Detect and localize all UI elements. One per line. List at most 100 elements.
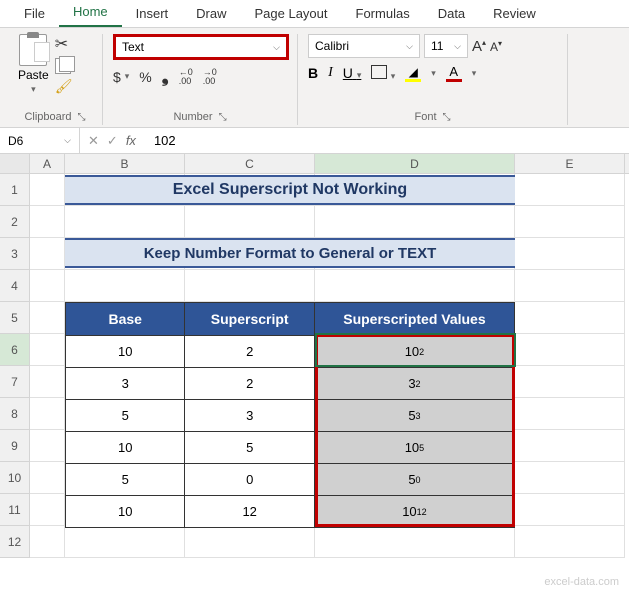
number-group: Text ⌵ $ ▾ % ❟ ←0.00 →0.00 Number ⤡ xyxy=(103,34,298,125)
cell-sup[interactable]: 2 xyxy=(185,336,314,367)
cell-base[interactable]: 10 xyxy=(66,336,185,367)
spreadsheet-grid: A B C D E 1 2 3 4 5 6 7 8 9 10 11 12 Exc… xyxy=(0,154,629,558)
row-header-3[interactable]: 3 xyxy=(0,238,30,270)
font-color-button[interactable]: A xyxy=(446,64,462,82)
font-group: Calibri⌵ 11⌵ A▴ A▾ B I U ▾ ▾ ◢▾ A▾ Font⤡ xyxy=(298,34,568,125)
row-header-7[interactable]: 7 xyxy=(0,366,30,398)
comma-button[interactable]: ❟ xyxy=(162,66,169,87)
format-painter-icon[interactable]: 🖌 xyxy=(55,78,73,95)
row-header-4[interactable]: 4 xyxy=(0,270,30,302)
cell-value[interactable]: 32 xyxy=(315,368,514,399)
font-name-dropdown[interactable]: Calibri ⌵ xyxy=(308,34,420,58)
clipboard-label: Clipboard xyxy=(24,111,71,123)
font-label: Font xyxy=(414,111,436,123)
border-button[interactable]: ▾ xyxy=(371,65,395,82)
chevron-down-icon: ⌵ xyxy=(454,41,461,52)
currency-button[interactable]: $ ▾ xyxy=(113,69,129,85)
select-all-corner[interactable] xyxy=(0,154,30,173)
italic-button[interactable]: I xyxy=(328,65,333,81)
row-header-9[interactable]: 9 xyxy=(0,430,30,462)
clipboard-launcher-icon[interactable]: ⤡ xyxy=(78,112,86,123)
underline-button[interactable]: U ▾ xyxy=(343,65,362,81)
col-header-C[interactable]: C xyxy=(185,154,315,173)
data-table: Base Superscript Superscripted Values 10… xyxy=(65,302,515,528)
percent-button[interactable]: % xyxy=(139,69,151,85)
title-sub: Keep Number Format to General or TEXT xyxy=(65,238,515,268)
paste-button[interactable]: Paste ▾ xyxy=(18,34,49,95)
cell-base[interactable]: 10 xyxy=(66,496,185,527)
tab-page-layout[interactable]: Page Layout xyxy=(241,0,342,27)
cell-value[interactable]: 53 xyxy=(315,400,514,431)
cell-value[interactable]: 50 xyxy=(315,464,514,495)
row-header-10[interactable]: 10 xyxy=(0,462,30,494)
cancel-icon[interactable]: ✕ xyxy=(88,133,99,149)
font-name-value: Calibri xyxy=(315,39,349,53)
formula-bar-row: D6 ⌵ ✕ ✓ fx 102 xyxy=(0,128,629,154)
tab-formulas[interactable]: Formulas xyxy=(342,0,424,27)
enter-icon[interactable]: ✓ xyxy=(107,133,118,149)
cell-value[interactable]: 1012 xyxy=(315,496,514,527)
cell-base[interactable]: 3 xyxy=(66,368,185,399)
cell-value[interactable]: 105 xyxy=(315,432,514,463)
row-header-6[interactable]: 6 xyxy=(0,334,30,366)
row-header-1[interactable]: 1 xyxy=(0,174,30,206)
header-values: Superscripted Values xyxy=(315,303,514,335)
cut-icon[interactable]: ✂ xyxy=(55,34,73,54)
number-label: Number xyxy=(173,111,212,123)
border-icon xyxy=(371,65,387,79)
tab-home[interactable]: Home xyxy=(59,0,122,27)
font-launcher-icon[interactable]: ⤡ xyxy=(443,112,451,123)
col-header-D[interactable]: D xyxy=(315,154,515,173)
tab-draw[interactable]: Draw xyxy=(182,0,240,27)
cell-sup[interactable]: 0 xyxy=(185,464,314,495)
name-box-value: D6 xyxy=(8,134,23,148)
number-launcher-icon[interactable]: ⤡ xyxy=(219,112,227,123)
copy-icon[interactable] xyxy=(55,58,71,74)
cell-base[interactable]: 5 xyxy=(66,464,185,495)
font-size-value: 11 xyxy=(431,39,443,53)
ribbon-tabs: File Home Insert Draw Page Layout Formul… xyxy=(0,0,629,28)
font-size-dropdown[interactable]: 11 ⌵ xyxy=(424,34,468,58)
increase-decimal-button[interactable]: ←0.00 xyxy=(179,68,193,86)
decrease-decimal-button[interactable]: →0.00 xyxy=(203,68,217,86)
chevron-down-icon: ⌵ xyxy=(273,42,280,53)
clipboard-group: Paste ▾ ✂ 🖌 Clipboard ⤡ xyxy=(8,34,103,125)
cell-value[interactable]: 102 xyxy=(315,336,514,367)
header-base: Base xyxy=(66,303,185,335)
tab-insert[interactable]: Insert xyxy=(122,0,183,27)
col-header-A[interactable]: A xyxy=(30,154,65,173)
cell-sup[interactable]: 12 xyxy=(185,496,314,527)
number-format-dropdown[interactable]: Text ⌵ xyxy=(113,34,289,60)
name-box[interactable]: D6 ⌵ xyxy=(0,128,80,153)
formula-bar-input[interactable]: 102 xyxy=(154,133,176,148)
row-header-11[interactable]: 11 xyxy=(0,494,30,526)
row-header-8[interactable]: 8 xyxy=(0,398,30,430)
bold-button[interactable]: B xyxy=(308,65,318,81)
col-header-B[interactable]: B xyxy=(65,154,185,173)
row-header-5[interactable]: 5 xyxy=(0,302,30,334)
paste-icon xyxy=(19,34,47,66)
cell-sup[interactable]: 3 xyxy=(185,400,314,431)
tab-data[interactable]: Data xyxy=(424,0,479,27)
paste-label: Paste xyxy=(18,68,49,82)
cell-base[interactable]: 10 xyxy=(66,432,185,463)
fx-icon[interactable]: fx xyxy=(126,133,136,148)
cell-sup[interactable]: 5 xyxy=(185,432,314,463)
increase-font-button[interactable]: A▴ xyxy=(472,38,486,55)
chevron-down-icon: ⌵ xyxy=(406,41,413,52)
tab-file[interactable]: File xyxy=(10,0,59,27)
col-header-E[interactable]: E xyxy=(515,154,625,173)
decrease-font-button[interactable]: A▾ xyxy=(490,39,502,54)
fill-color-button[interactable]: ◢ xyxy=(405,65,421,82)
tab-review[interactable]: Review xyxy=(479,0,550,27)
number-format-value: Text xyxy=(122,40,144,54)
watermark: excel-data.com xyxy=(544,576,619,588)
font-color-icon: A xyxy=(449,64,458,79)
cell-base[interactable]: 5 xyxy=(66,400,185,431)
cell-sup[interactable]: 2 xyxy=(185,368,314,399)
ribbon-content: Paste ▾ ✂ 🖌 Clipboard ⤡ Text ⌵ $ ▾ % ❟ ←0… xyxy=(0,28,629,128)
title-main: Excel Superscript Not Working xyxy=(65,175,515,205)
row-header-2[interactable]: 2 xyxy=(0,206,30,238)
chevron-down-icon: ▾ xyxy=(31,84,36,95)
row-header-12[interactable]: 12 xyxy=(0,526,30,558)
